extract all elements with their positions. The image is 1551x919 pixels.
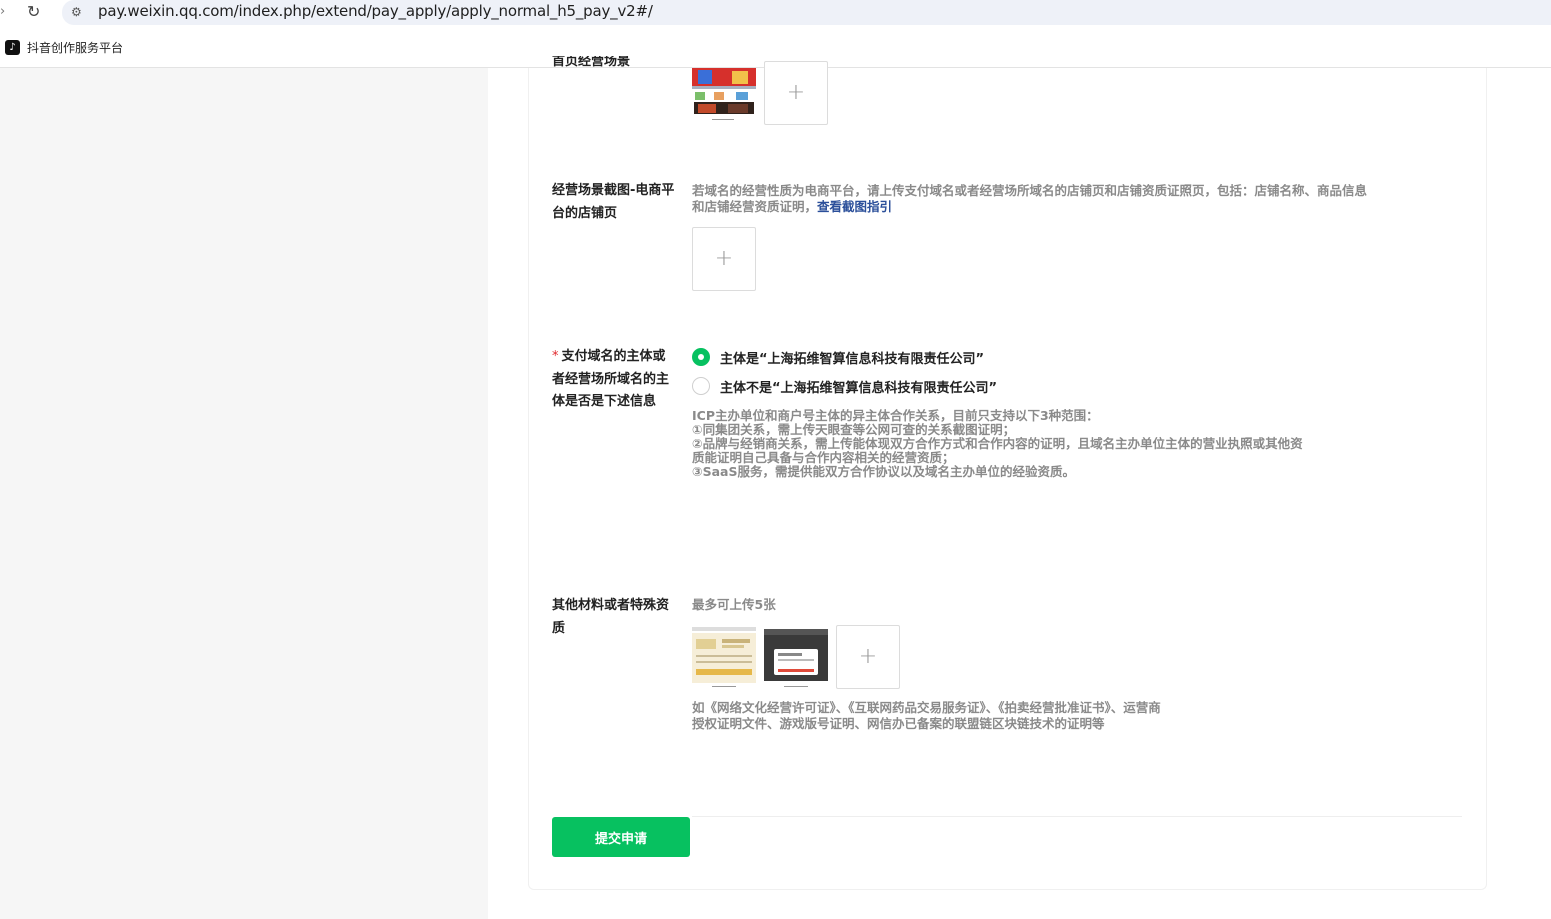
plus-icon: +	[714, 246, 734, 271]
subject-label: * 支付域名的主体或者经营场所域名的主体是否是下述信息	[552, 349, 670, 409]
douyin-icon: ♪	[5, 39, 20, 55]
radio-unchecked[interactable]	[692, 377, 710, 395]
subject-radio-no[interactable]: 主体不是“上海拓维智算信息科技有限责任公司”	[692, 376, 997, 396]
subject-radio-yes[interactable]: 主体是“上海拓维智算信息科技有限责任公司”	[692, 347, 984, 367]
top-row-label: 首页经营场景	[552, 56, 631, 68]
uploaded-image-thumbnail[interactable]	[692, 625, 756, 689]
uploaded-image-thumbnail[interactable]	[692, 68, 756, 124]
forward-arrow-icon[interactable]: ›	[0, 4, 5, 19]
divider	[692, 816, 1462, 817]
uploaded-image-thumbnail[interactable]	[764, 625, 828, 689]
shop-page-hint: 若域名的经营性质为电商平台，请上传支付域名或者经营场所域名的店铺页和店铺资质证照…	[692, 183, 1368, 214]
site-info-icon[interactable]: ⚙	[71, 5, 82, 19]
other-materials-label: 其他材料或者特殊资质	[552, 598, 670, 636]
browser-address-bar: › ↻ ⚙ pay.weixin.qq.com/index.php/extend…	[0, 0, 1551, 27]
left-pane	[0, 68, 488, 919]
required-mark: *	[552, 349, 559, 364]
plus-icon: +	[858, 644, 878, 669]
shop-page-label: 经营场景截图-电商平台的店铺页	[552, 183, 675, 221]
submit-button[interactable]: 提交申请	[552, 817, 690, 857]
plus-icon: +	[786, 80, 806, 105]
radio-label: 主体是“上海拓维智算信息科技有限责任公司”	[720, 351, 985, 367]
url-text[interactable]: pay.weixin.qq.com/index.php/extend/pay_a…	[98, 2, 653, 20]
bookmark-label: 抖音创作服务平台	[27, 40, 124, 55]
upload-button-shop[interactable]: +	[692, 227, 756, 291]
other-materials-note: 如《网络文化经营许可证》、《互联网药品交易服务证》、《拍卖经营批准证书》、运营商…	[692, 700, 1161, 731]
upload-button-top[interactable]: +	[764, 61, 828, 125]
radio-checked[interactable]	[692, 348, 710, 366]
subject-note: ICP主办单位和商户号主体的异主体合作关系，目前只支持以下3种范围： ①同集团关…	[692, 408, 1303, 479]
reload-icon[interactable]: ↻	[27, 2, 40, 21]
bookmark-douyin[interactable]: ♪ 抖音创作服务平台	[5, 39, 123, 55]
upload-limit-hint: 最多可上传5张	[692, 597, 776, 612]
screenshot-guide-link[interactable]: 查看截图指引	[817, 199, 892, 214]
radio-label: 主体不是“上海拓维智算信息科技有限责任公司”	[720, 380, 998, 396]
url-field[interactable]: ⚙ pay.weixin.qq.com/index.php/extend/pay…	[62, 0, 1551, 25]
upload-button-other[interactable]: +	[836, 625, 900, 689]
